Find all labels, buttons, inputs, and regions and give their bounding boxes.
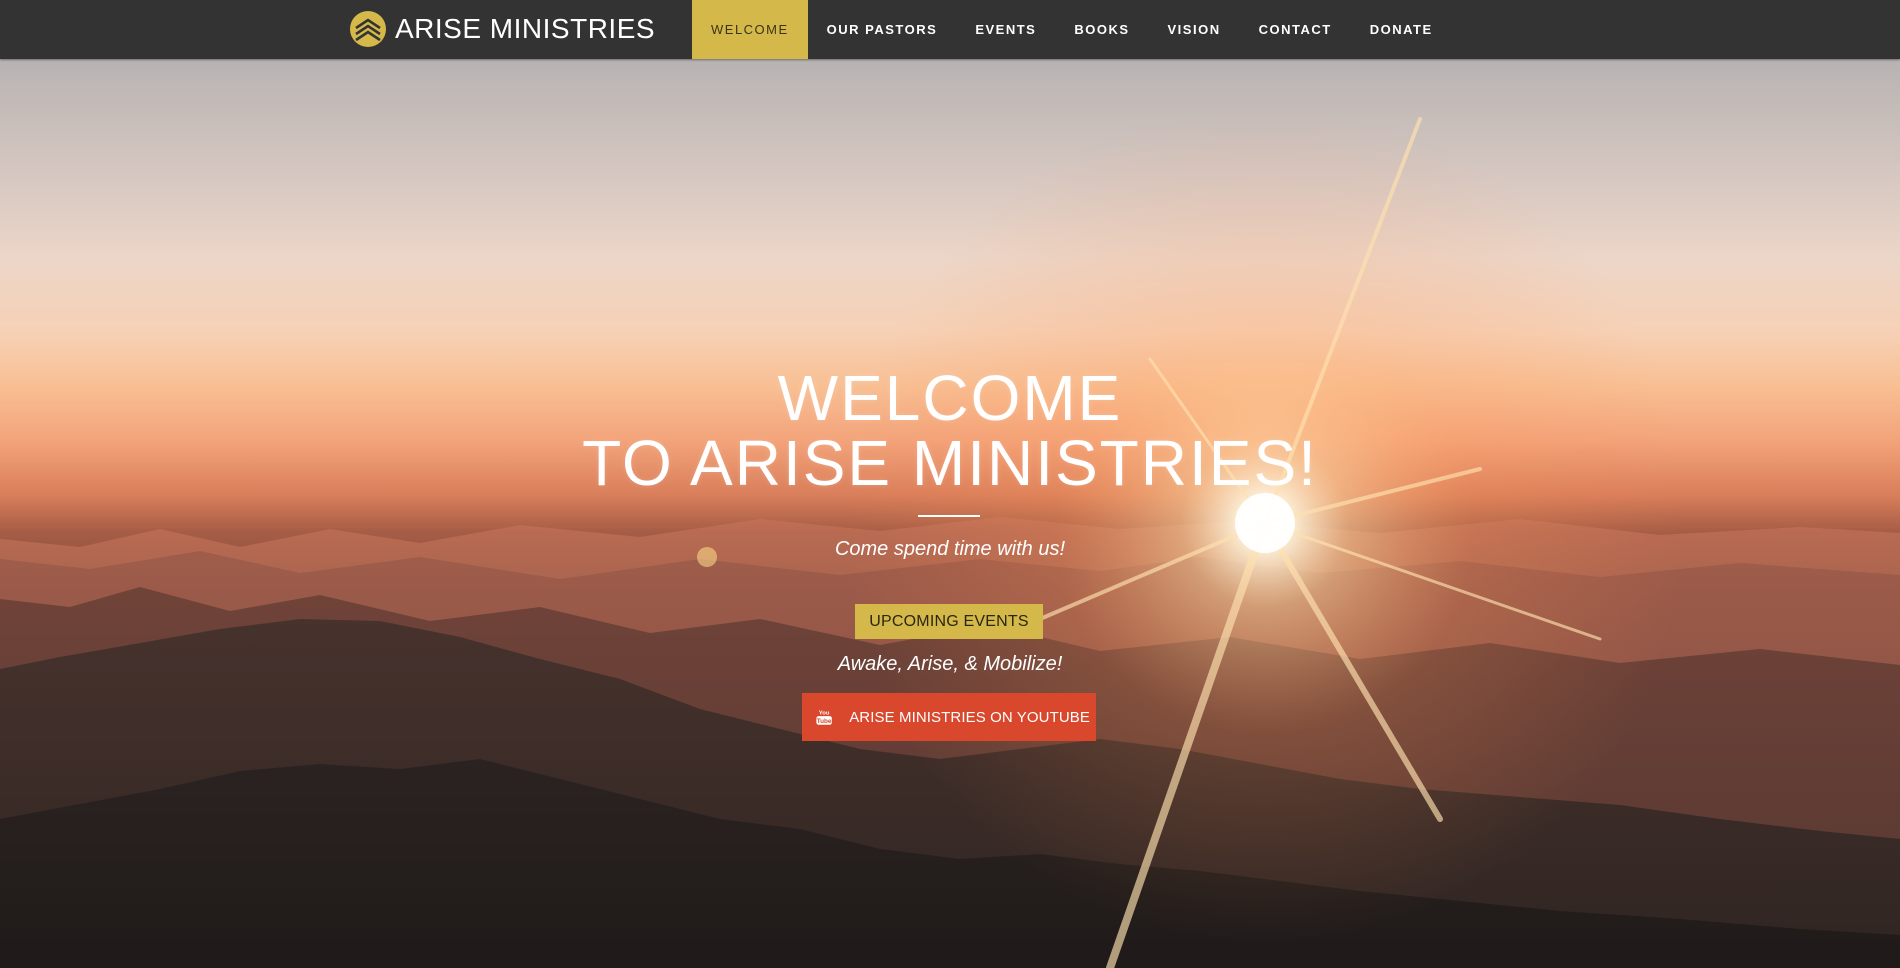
brand-home-link[interactable]: ARISE MINISTRIES: [350, 10, 655, 48]
upcoming-events-button[interactable]: UPCOMING EVENTS: [855, 604, 1043, 639]
nav-item-donate[interactable]: DONATE: [1351, 0, 1452, 59]
nav-item-welcome[interactable]: WELCOME: [692, 0, 808, 59]
hero-title-line-2: TO ARISE MINISTRIES!: [582, 427, 1318, 499]
hero-tagline: Come spend time with us!: [834, 538, 1066, 560]
hero-section: WELCOME TO ARISE MINISTRIES! Come spend …: [0, 59, 1900, 968]
youtube-channel-button[interactable]: You Tube ARISE MINISTRIES ON YOUTUBE: [802, 693, 1096, 741]
youtube-logo-text-top: You: [819, 711, 830, 717]
hero-title-line-1: WELCOME: [777, 362, 1123, 434]
brand-name: ARISE MINISTRIES: [395, 13, 656, 44]
top-navigation-bar: ARISE MINISTRIES WELCOME OUR PASTORS EVE…: [0, 0, 1900, 59]
hero-motto: Awake, Arise, & Mobilize!: [837, 653, 1063, 675]
main-nav: WELCOME OUR PASTORS EVENTS BOOKS VISION …: [692, 0, 1452, 59]
youtube-logo-icon: You Tube: [816, 711, 832, 725]
chevron-stack-logo-icon: [350, 11, 386, 47]
nav-item-events[interactable]: EVENTS: [956, 0, 1055, 59]
youtube-logo-text-bottom: Tube: [817, 718, 832, 725]
nav-item-vision[interactable]: VISION: [1149, 0, 1240, 59]
hero-divider: [918, 515, 980, 517]
hero-content: WELCOME TO ARISE MINISTRIES! Come spend …: [0, 59, 1900, 968]
youtube-button-label: ARISE MINISTRIES ON YOUTUBE: [849, 708, 1090, 726]
nav-item-our-pastors[interactable]: OUR PASTORS: [808, 0, 957, 59]
nav-item-contact[interactable]: CONTACT: [1240, 0, 1351, 59]
nav-item-books[interactable]: BOOKS: [1055, 0, 1148, 59]
